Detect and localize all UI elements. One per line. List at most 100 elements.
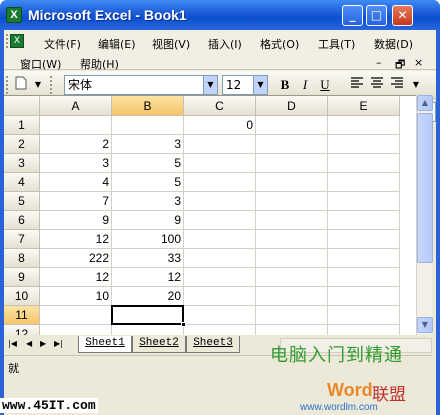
- cell-c6[interactable]: [184, 211, 256, 230]
- doc-close-button[interactable]: ×: [414, 56, 423, 69]
- cell-d7[interactable]: [256, 230, 328, 249]
- excel-icon[interactable]: X: [6, 7, 22, 23]
- chevron-down-icon[interactable]: ▼: [203, 76, 217, 94]
- cell-d3[interactable]: [256, 154, 328, 173]
- menu-view[interactable]: 视图(V): [152, 36, 190, 52]
- cell-a2[interactable]: 2: [40, 135, 112, 154]
- cell-a5[interactable]: 7: [40, 192, 112, 211]
- cell-e11[interactable]: [328, 306, 400, 325]
- active-cell-outline[interactable]: [111, 305, 184, 325]
- column-header-a[interactable]: A: [40, 96, 112, 116]
- cell-d1[interactable]: [256, 116, 328, 135]
- chevron-down-icon[interactable]: ▼: [253, 76, 267, 94]
- doc-minimize-button[interactable]: –: [376, 56, 382, 69]
- bold-button[interactable]: B: [276, 76, 294, 94]
- cell-c2[interactable]: [184, 135, 256, 154]
- scroll-down-icon[interactable]: ▼: [417, 317, 433, 333]
- cell-d6[interactable]: [256, 211, 328, 230]
- cell-e2[interactable]: [328, 135, 400, 154]
- row-header-5[interactable]: 5: [4, 192, 40, 211]
- cell-d2[interactable]: [256, 135, 328, 154]
- underline-button[interactable]: U: [316, 76, 334, 94]
- cell-e3[interactable]: [328, 154, 400, 173]
- menu-data[interactable]: 数据(D): [374, 36, 413, 52]
- cell-b1[interactable]: [112, 116, 184, 135]
- cell-c9[interactable]: [184, 268, 256, 287]
- cell-e8[interactable]: [328, 249, 400, 268]
- cell-a9[interactable]: 12: [40, 268, 112, 287]
- cell-e7[interactable]: [328, 230, 400, 249]
- menu-help[interactable]: 帮助(H): [80, 56, 119, 72]
- scroll-up-icon[interactable]: ▲: [417, 95, 433, 111]
- row-header-9[interactable]: 9: [4, 268, 40, 287]
- cell-c12[interactable]: [184, 325, 256, 335]
- row-header-1[interactable]: 1: [4, 116, 40, 135]
- close-button[interactable]: ✕: [392, 5, 413, 26]
- cell-e5[interactable]: [328, 192, 400, 211]
- row-header-11[interactable]: 11: [4, 306, 40, 325]
- font-size-select[interactable]: 12 ▼: [222, 75, 268, 95]
- italic-button[interactable]: I: [296, 76, 314, 94]
- toolbar2-grip-icon[interactable]: [50, 76, 53, 94]
- tab-sheet2[interactable]: Sheet2: [132, 336, 186, 353]
- cell-b10[interactable]: 20: [112, 287, 184, 306]
- fill-handle[interactable]: [181, 322, 186, 327]
- menu-edit[interactable]: 编辑(E): [98, 36, 136, 52]
- cell-e12[interactable]: [328, 325, 400, 335]
- cell-a11[interactable]: [40, 306, 112, 325]
- cell-c8[interactable]: [184, 249, 256, 268]
- cell-c1[interactable]: 0: [184, 116, 256, 135]
- menu-format[interactable]: 格式(O): [260, 36, 299, 52]
- workbook-icon[interactable]: X: [10, 34, 24, 48]
- next-sheet-icon[interactable]: ▶: [40, 339, 46, 348]
- cell-b4[interactable]: 5: [112, 173, 184, 192]
- cell-c10[interactable]: [184, 287, 256, 306]
- title-bar[interactable]: X Microsoft Excel - Book1 _ □ ✕: [0, 0, 440, 30]
- row-header-7[interactable]: 7: [4, 230, 40, 249]
- cell-c5[interactable]: [184, 192, 256, 211]
- cell-b3[interactable]: 5: [112, 154, 184, 173]
- toolbar-grip-icon[interactable]: [6, 76, 9, 94]
- cell-e9[interactable]: [328, 268, 400, 287]
- row-header-12[interactable]: 12: [4, 325, 40, 335]
- tab-sheet1[interactable]: Sheet1: [78, 336, 132, 353]
- cell-d11[interactable]: [256, 306, 328, 325]
- font-name-select[interactable]: 宋体 ▼: [64, 75, 218, 95]
- cell-e1[interactable]: [328, 116, 400, 135]
- scroll-thumb[interactable]: [417, 113, 433, 263]
- toolbar-options-icon[interactable]: ▼: [32, 76, 44, 94]
- new-document-icon[interactable]: [12, 76, 30, 94]
- cell-d4[interactable]: [256, 173, 328, 192]
- cell-b2[interactable]: 3: [112, 135, 184, 154]
- cell-e4[interactable]: [328, 173, 400, 192]
- cell-d5[interactable]: [256, 192, 328, 211]
- cell-a12[interactable]: [40, 325, 112, 335]
- menubar-grip-icon[interactable]: [6, 34, 9, 48]
- row-header-10[interactable]: 10: [4, 287, 40, 306]
- menu-window[interactable]: 窗口(W): [20, 56, 61, 72]
- column-header-c[interactable]: C: [184, 96, 256, 116]
- cell-a7[interactable]: 12: [40, 230, 112, 249]
- row-header-3[interactable]: 3: [4, 154, 40, 173]
- cell-e10[interactable]: [328, 287, 400, 306]
- cell-d12[interactable]: [256, 325, 328, 335]
- menu-tools[interactable]: 工具(T): [318, 36, 355, 52]
- cell-a6[interactable]: 9: [40, 211, 112, 230]
- menu-insert[interactable]: 插入(I): [208, 36, 242, 52]
- cell-b7[interactable]: 100: [112, 230, 184, 249]
- cell-c7[interactable]: [184, 230, 256, 249]
- cell-d10[interactable]: [256, 287, 328, 306]
- cell-c4[interactable]: [184, 173, 256, 192]
- tab-sheet3[interactable]: Sheet3: [186, 336, 240, 353]
- maximize-button[interactable]: □: [366, 5, 387, 26]
- cell-c3[interactable]: [184, 154, 256, 173]
- row-header-4[interactable]: 4: [4, 173, 40, 192]
- align-left-icon[interactable]: [348, 76, 366, 94]
- cell-a4[interactable]: 4: [40, 173, 112, 192]
- menu-file[interactable]: 文件(F): [44, 36, 81, 52]
- align-center-icon[interactable]: [368, 76, 386, 94]
- worksheet-grid[interactable]: A B C D E 1 0 2 2 3 3 3 5 4 4 5 5 7 3 6 9 9 7 12 100 8 222 33 9 12 12 1…: [4, 95, 416, 335]
- cell-b8[interactable]: 33: [112, 249, 184, 268]
- cell-b12[interactable]: [112, 325, 184, 335]
- first-sheet-icon[interactable]: |◀: [8, 339, 17, 348]
